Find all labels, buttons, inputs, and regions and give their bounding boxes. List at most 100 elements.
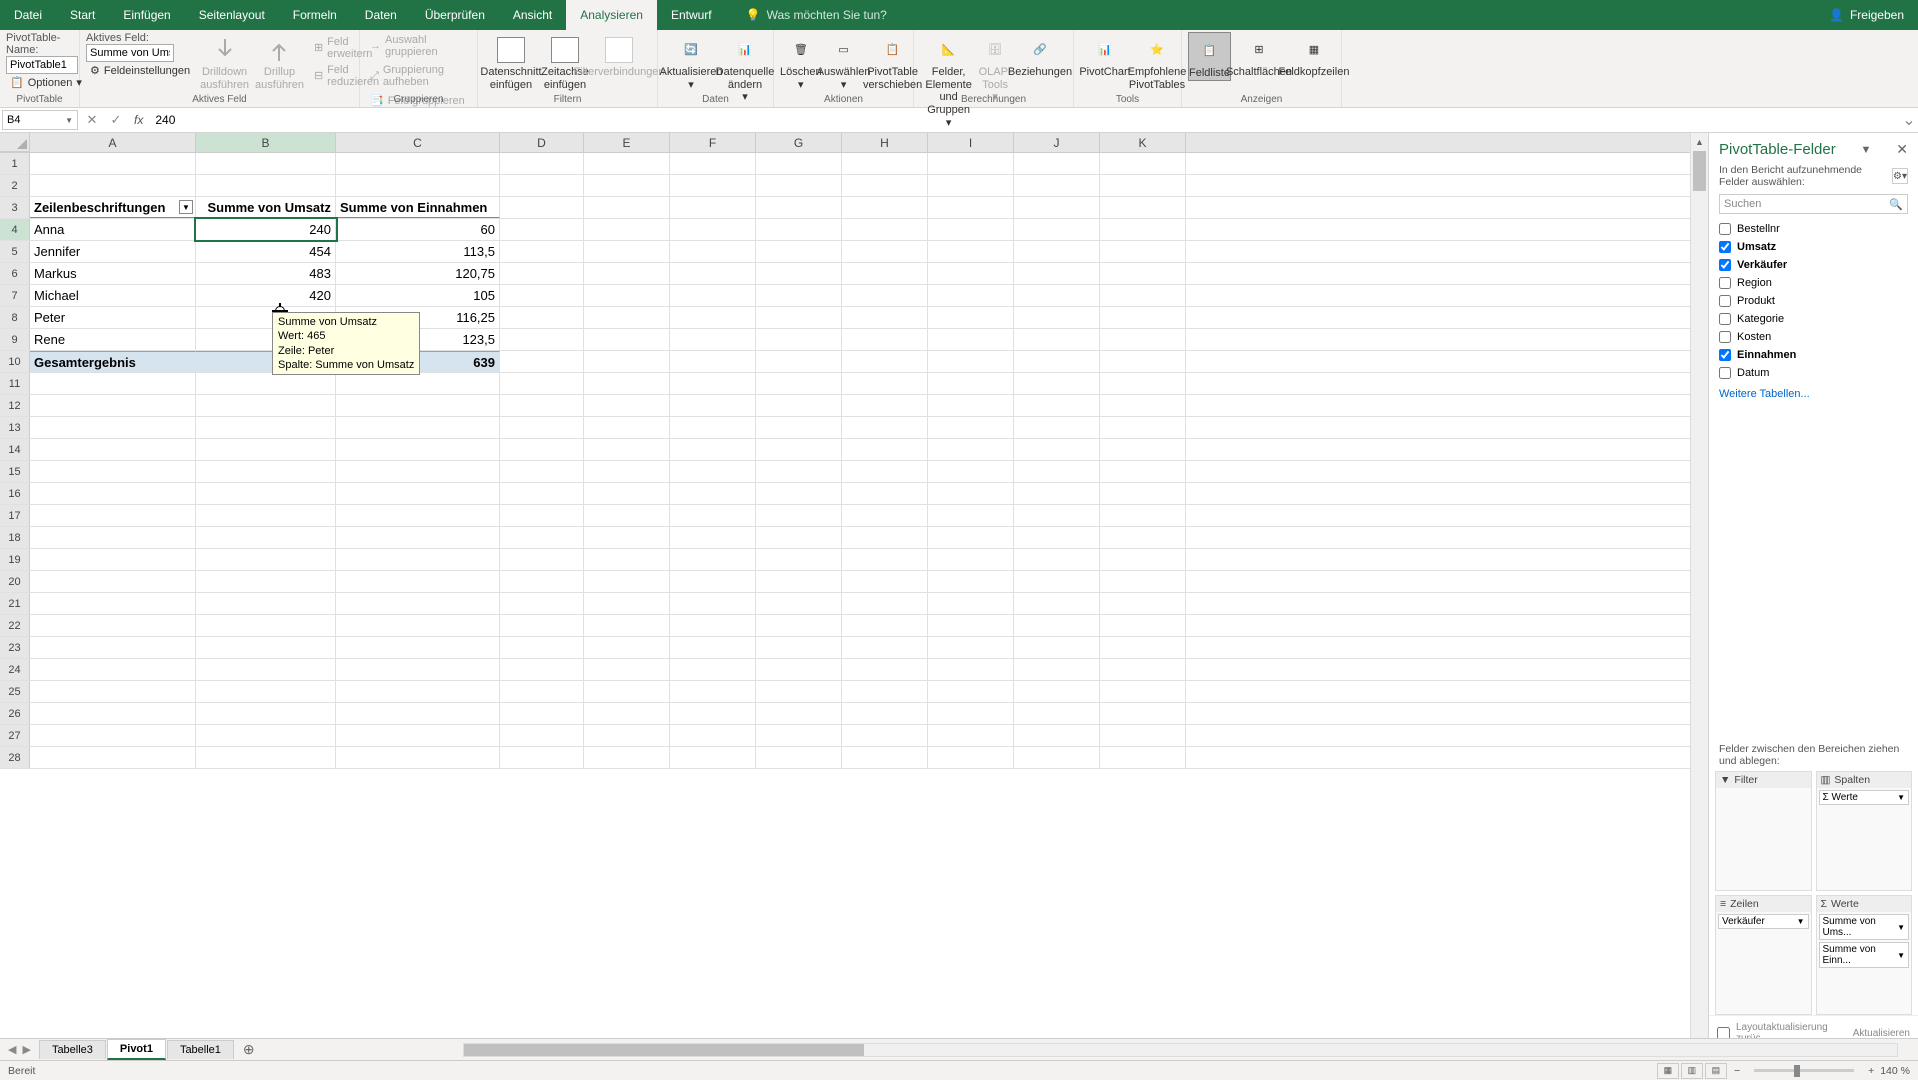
cell[interactable]: 113,5 [336,241,500,262]
cell[interactable] [30,593,196,614]
cell[interactable] [928,307,1014,328]
row-head[interactable]: 9 [0,329,30,350]
cell[interactable] [928,703,1014,724]
row-head[interactable]: 20 [0,571,30,592]
cell[interactable] [1100,373,1186,394]
cell[interactable] [1100,659,1186,680]
cell[interactable] [670,439,756,460]
cell[interactable] [842,615,928,636]
row-head[interactable]: 18 [0,527,30,548]
page-layout-button[interactable]: ▥ [1681,1063,1703,1079]
tab-ueberpruefen[interactable]: Überprüfen [411,0,499,30]
col-head-h[interactable]: H [842,133,928,152]
cell[interactable] [928,681,1014,702]
row-head[interactable]: 19 [0,549,30,570]
cell[interactable] [196,439,336,460]
col-head-e[interactable]: E [584,133,670,152]
cell[interactable] [1014,307,1100,328]
cell[interactable] [1014,461,1100,482]
cell[interactable] [584,417,670,438]
cell[interactable] [928,329,1014,350]
cell[interactable] [1100,197,1186,218]
cell[interactable] [30,527,196,548]
taskpane-menu-icon[interactable]: ▼ [1861,144,1872,156]
cell[interactable] [584,263,670,284]
cell[interactable] [196,549,336,570]
cell[interactable] [842,593,928,614]
cell[interactable] [670,329,756,350]
clear-button[interactable]: 🗑Löschen ▾ [780,32,822,91]
row-filter-button[interactable]: ▼ [179,200,193,214]
cell[interactable] [584,527,670,548]
cell[interactable] [196,395,336,416]
cell[interactable] [500,351,584,372]
cell[interactable] [928,527,1014,548]
field-checkbox[interactable] [1719,223,1731,235]
cell[interactable] [500,461,584,482]
cell[interactable] [670,703,756,724]
cell[interactable] [336,549,500,570]
cell[interactable] [30,615,196,636]
cell[interactable] [756,593,842,614]
tab-seitenlayout[interactable]: Seitenlayout [185,0,279,30]
cell[interactable] [670,637,756,658]
row-head[interactable]: 28 [0,747,30,768]
add-sheet-button[interactable]: ⊕ [235,1041,263,1058]
cell[interactable] [1014,241,1100,262]
cell[interactable] [1014,747,1100,768]
cell[interactable] [584,637,670,658]
cell[interactable] [196,681,336,702]
cell[interactable] [1014,175,1100,196]
cell[interactable] [500,439,584,460]
cell[interactable] [584,175,670,196]
cell[interactable] [500,329,584,350]
cell[interactable]: 120,75 [336,263,500,284]
field-item[interactable]: Produkt [1719,292,1908,310]
area-chip[interactable]: Verkäufer▼ [1718,914,1809,929]
cell[interactable] [670,505,756,526]
accept-formula-button[interactable]: ✓ [104,112,128,128]
cell[interactable] [928,549,1014,570]
cell[interactable] [756,307,842,328]
cell[interactable] [1100,461,1186,482]
cell[interactable] [500,153,584,174]
cell[interactable] [1100,571,1186,592]
cell[interactable] [1014,219,1100,240]
cell[interactable] [1014,571,1100,592]
relationships-button[interactable]: 🔗Beziehungen [1013,32,1067,129]
cell[interactable] [196,615,336,636]
cell[interactable] [756,725,842,746]
cell[interactable] [842,219,928,240]
cell[interactable] [30,373,196,394]
tell-me-search[interactable]: 💡 Was möchten Sie tun? [746,8,887,22]
calc-fields-button[interactable]: 📐Felder, Elemente und Gruppen ▾ [920,32,977,129]
cell[interactable]: Anna [30,219,196,240]
row-head[interactable]: 2 [0,175,30,196]
cell[interactable] [928,615,1014,636]
cell[interactable] [336,747,500,768]
cell[interactable] [1014,197,1100,218]
cell[interactable] [928,417,1014,438]
cell[interactable] [756,241,842,262]
cell[interactable] [196,703,336,724]
cell[interactable] [500,725,584,746]
cell[interactable] [500,505,584,526]
row-head[interactable]: 26 [0,703,30,724]
cell[interactable] [30,747,196,768]
row-head[interactable]: 23 [0,637,30,658]
cell[interactable] [196,153,336,174]
cell[interactable] [336,417,500,438]
cell[interactable] [1014,527,1100,548]
cell[interactable] [336,615,500,636]
pivotchart-button[interactable]: 📊PivotChart [1080,32,1130,91]
cell[interactable] [30,417,196,438]
cell[interactable] [1014,483,1100,504]
row-head[interactable]: 12 [0,395,30,416]
cell[interactable] [336,659,500,680]
cell[interactable] [584,505,670,526]
cell[interactable]: Rene [30,329,196,350]
cell[interactable] [928,571,1014,592]
cell[interactable] [842,461,928,482]
cell[interactable] [196,571,336,592]
tab-formeln[interactable]: Formeln [279,0,351,30]
